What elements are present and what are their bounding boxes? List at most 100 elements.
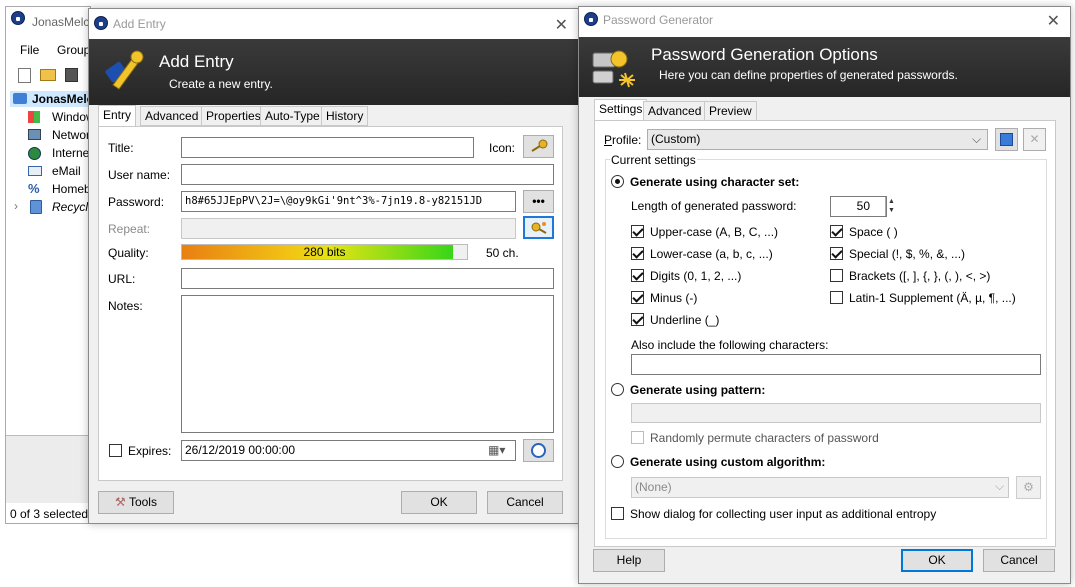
tab-properties[interactable]: Properties <box>201 106 266 126</box>
charset-checkbox[interactable] <box>631 225 644 238</box>
expires-label: Expires: <box>128 444 172 458</box>
show-entropy-dialog-label: Show dialog for collecting user input as… <box>630 507 937 521</box>
pattern-radio[interactable] <box>611 383 624 396</box>
tab-auto-type[interactable]: Auto-Type <box>260 106 325 126</box>
new-database-icon[interactable] <box>18 68 31 83</box>
pwgen-header-subtitle: Here you can define properties of genera… <box>659 68 958 82</box>
save-profile-button[interactable] <box>995 128 1018 151</box>
cancel-button[interactable]: Cancel <box>487 491 563 514</box>
icon-label: Icon: <box>489 141 516 155</box>
tree-item[interactable]: JonasMelo <box>10 91 94 107</box>
expiry-presets-button[interactable] <box>523 439 554 462</box>
tree-item[interactable]: Interne <box>28 145 92 161</box>
add-entry-dialog: Add Entry ✕ Add Entry Create a new entry… <box>88 8 579 524</box>
spinner-arrows-icon[interactable]: ▲ ▼ <box>885 197 897 216</box>
title-input[interactable] <box>181 137 474 158</box>
tab-settings[interactable]: Settings <box>594 99 648 121</box>
key-pen-icon <box>105 50 144 90</box>
username-input[interactable] <box>181 164 554 185</box>
charset-checkbox-label: Upper-case (A, B, C, ...) <box>650 225 779 239</box>
cancel-button[interactable]: Cancel <box>983 549 1055 572</box>
url-input[interactable] <box>181 268 554 289</box>
close-icon[interactable]: ✕ <box>1047 11 1060 31</box>
tab-entry[interactable]: Entry <box>98 105 137 127</box>
keepass-lock-icon <box>584 12 598 26</box>
profile-label: Profile: <box>604 133 642 147</box>
length-spinner[interactable]: 50 <box>830 196 887 217</box>
password-generator-dialog: Password Generator ✕ Password Generation… <box>578 6 1071 584</box>
add-entry-header-title: Add Entry <box>159 52 234 71</box>
permute-checkbox[interactable] <box>631 431 644 444</box>
delete-profile-button[interactable]: ✕ <box>1023 128 1046 151</box>
menu-file[interactable]: File <box>20 43 39 57</box>
algorithm-options-button[interactable]: ⚙ <box>1016 476 1041 499</box>
clock-icon <box>531 443 546 458</box>
tab-preview[interactable]: Preview <box>704 101 757 121</box>
add-entry-banner: Add Entry Create a new entry. <box>89 39 578 105</box>
charset-checkbox-label: Minus (-) <box>650 291 698 305</box>
chevron-down-icon: ⌵ <box>995 479 1005 493</box>
help-button[interactable]: Help <box>593 549 665 572</box>
repeat-password-input[interactable] <box>181 218 516 239</box>
charset-checkbox-label: Space ( ) <box>849 225 898 239</box>
menu-group[interactable]: Group <box>57 43 90 57</box>
network-icon <box>28 129 41 140</box>
tree-item[interactable]: › Recycle <box>14 199 95 215</box>
quality-label: Quality: <box>108 246 149 260</box>
custom-algorithm-radio[interactable] <box>611 455 624 468</box>
tools-button[interactable]: ⚒ Tools <box>98 491 174 514</box>
profile-select[interactable]: (Custom) <box>647 129 988 150</box>
keepass-lock-icon <box>94 16 108 30</box>
generate-password-button[interactable] <box>523 216 554 239</box>
tab-history[interactable]: History <box>321 106 369 126</box>
tree-item[interactable]: Networ <box>28 127 92 143</box>
title-label: Title: <box>108 141 134 155</box>
charset-checkbox[interactable] <box>631 247 644 260</box>
charset-checkbox[interactable] <box>631 269 644 282</box>
ok-button[interactable]: OK <box>901 549 973 572</box>
charset-checkbox[interactable] <box>830 225 843 238</box>
tree-item[interactable]: Window <box>28 109 95 125</box>
tree-item[interactable]: % Homeb <box>28 181 92 197</box>
notes-textarea[interactable] <box>181 295 554 433</box>
charset-checkbox[interactable] <box>631 291 644 304</box>
close-icon[interactable]: ✕ <box>555 15 568 35</box>
charset-radio[interactable] <box>611 175 624 188</box>
ok-button[interactable]: OK <box>401 491 477 514</box>
expires-checkbox[interactable] <box>109 444 122 457</box>
password-length-text: 50 ch. <box>486 246 519 260</box>
repeat-label: Repeat: <box>108 222 151 236</box>
save-profile-icon <box>1000 133 1013 146</box>
charset-checkbox[interactable] <box>830 291 843 304</box>
expand-chevron-icon[interactable]: › <box>14 199 18 213</box>
custom-algorithm-radio-label: Generate using custom algorithm: <box>630 455 826 469</box>
charset-checkbox[interactable] <box>631 313 644 326</box>
percent-icon: % <box>28 181 40 196</box>
show-password-button[interactable]: ••• <box>523 190 554 213</box>
recycle-bin-icon <box>30 200 42 214</box>
password-label: Password: <box>108 195 165 209</box>
key-generator-icon <box>592 50 635 88</box>
show-entropy-dialog-checkbox[interactable] <box>611 507 624 520</box>
also-include-input[interactable] <box>631 354 1041 375</box>
tree-item[interactable]: eMail <box>28 163 92 179</box>
icon-picker-button[interactable] <box>523 135 554 158</box>
charset-checkbox[interactable] <box>830 247 843 260</box>
entry-tab-panel: Title: Icon: User name: Password: h8#65J… <box>98 126 563 481</box>
folder-icon <box>13 93 27 104</box>
current-settings-label: Current settings <box>610 153 697 167</box>
open-folder-icon[interactable] <box>40 69 56 81</box>
expires-datetime-input[interactable]: 26/12/2019 00:00:00 <box>181 440 516 461</box>
tab-advanced[interactable]: Advanced <box>140 106 204 126</box>
charset-checkbox-label: Digits (0, 1, 2, ...) <box>650 269 742 283</box>
charset-checkbox-label: Underline (_) <box>650 313 720 327</box>
custom-algorithm-select[interactable]: (None) <box>631 477 1009 498</box>
tab-advanced[interactable]: Advanced <box>643 101 707 121</box>
save-icon[interactable] <box>65 68 78 82</box>
calendar-dropdown-icon[interactable]: ▦▾ <box>488 443 505 457</box>
password-input[interactable]: h8#65JJEpPV\2J=\@oy9kGi'9nt^3%-7jn19.8-y… <box>181 191 516 212</box>
charset-checkbox[interactable] <box>830 269 843 282</box>
length-label: Length of generated password: <box>631 199 797 213</box>
pattern-input[interactable] <box>631 403 1041 423</box>
chevron-down-icon: ⌵ <box>972 132 982 146</box>
